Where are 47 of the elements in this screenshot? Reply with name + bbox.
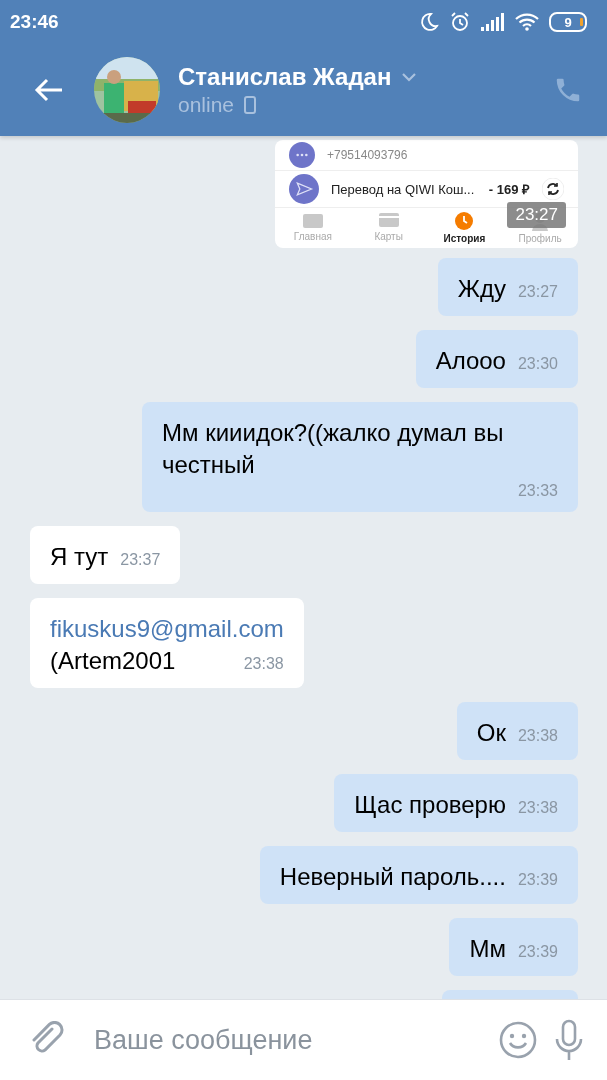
tab-label: Главная <box>293 231 332 242</box>
message-text: Ок <box>476 718 506 748</box>
refresh-icon <box>542 178 564 200</box>
transaction-amount: - 169 ₽ <box>488 181 530 198</box>
email-link[interactable]: fikuskus9@gmail.com <box>50 613 284 645</box>
alarm-icon <box>449 11 471 33</box>
transaction-title: Перевод на QIWI Кош... <box>331 181 476 197</box>
online-status: online <box>178 93 235 117</box>
microphone-icon[interactable] <box>553 1019 585 1061</box>
wallet-icon <box>301 211 324 229</box>
message-text: Неверный пароль.... <box>279 862 506 892</box>
message-time: 23:39 <box>516 870 558 890</box>
chevron-down-icon[interactable] <box>401 72 418 82</box>
phone-device-icon <box>244 96 257 114</box>
message-time: 23:30 <box>516 354 558 374</box>
signal-icon <box>481 13 505 31</box>
moon-icon <box>419 12 439 32</box>
message-time: 23:27 <box>507 202 566 228</box>
message-text: Жду <box>457 274 506 304</box>
message-time: 23:38 <box>516 798 558 818</box>
tab-label: Профиль <box>518 233 562 244</box>
message-time: 23:38 <box>242 654 284 674</box>
message-text: Алооо <box>435 346 506 376</box>
contact-name[interactable]: Станислав Жадан <box>178 63 392 91</box>
tab-label: История <box>443 233 486 244</box>
clock-icon <box>454 211 475 231</box>
status-time: 23:46 <box>10 11 59 33</box>
message-text: Мм <box>469 934 506 964</box>
tab-label: Карты <box>374 231 403 242</box>
message-time: 23:39 <box>516 942 558 962</box>
message-text: Мм кииидок?((жалко думал вы честный <box>162 418 505 480</box>
card-icon <box>377 211 400 229</box>
message-time: 23:33 <box>516 481 558 501</box>
message-time: 23:27 <box>516 282 558 302</box>
message-text: (Artem2001 <box>50 646 176 676</box>
message-text: Я тут <box>50 542 109 572</box>
dots-icon <box>289 142 315 168</box>
transaction-phone: +79514093796 <box>327 148 409 162</box>
back-icon[interactable] <box>34 78 64 102</box>
screenshot-attachment[interactable]: +79514093796 Перевод на QIWI Кош... - 169 ₽ Главная Карты История Профиль 23:27 <box>275 140 578 248</box>
wifi-icon <box>515 13 539 31</box>
message-time: 23:38 <box>516 726 558 746</box>
paper-plane-icon <box>289 174 319 204</box>
message-time: 23:37 <box>119 550 161 570</box>
emoji-icon[interactable] <box>499 1021 537 1059</box>
message-text: Щас проверю <box>354 790 506 820</box>
battery-indicator: 9 <box>549 12 587 32</box>
